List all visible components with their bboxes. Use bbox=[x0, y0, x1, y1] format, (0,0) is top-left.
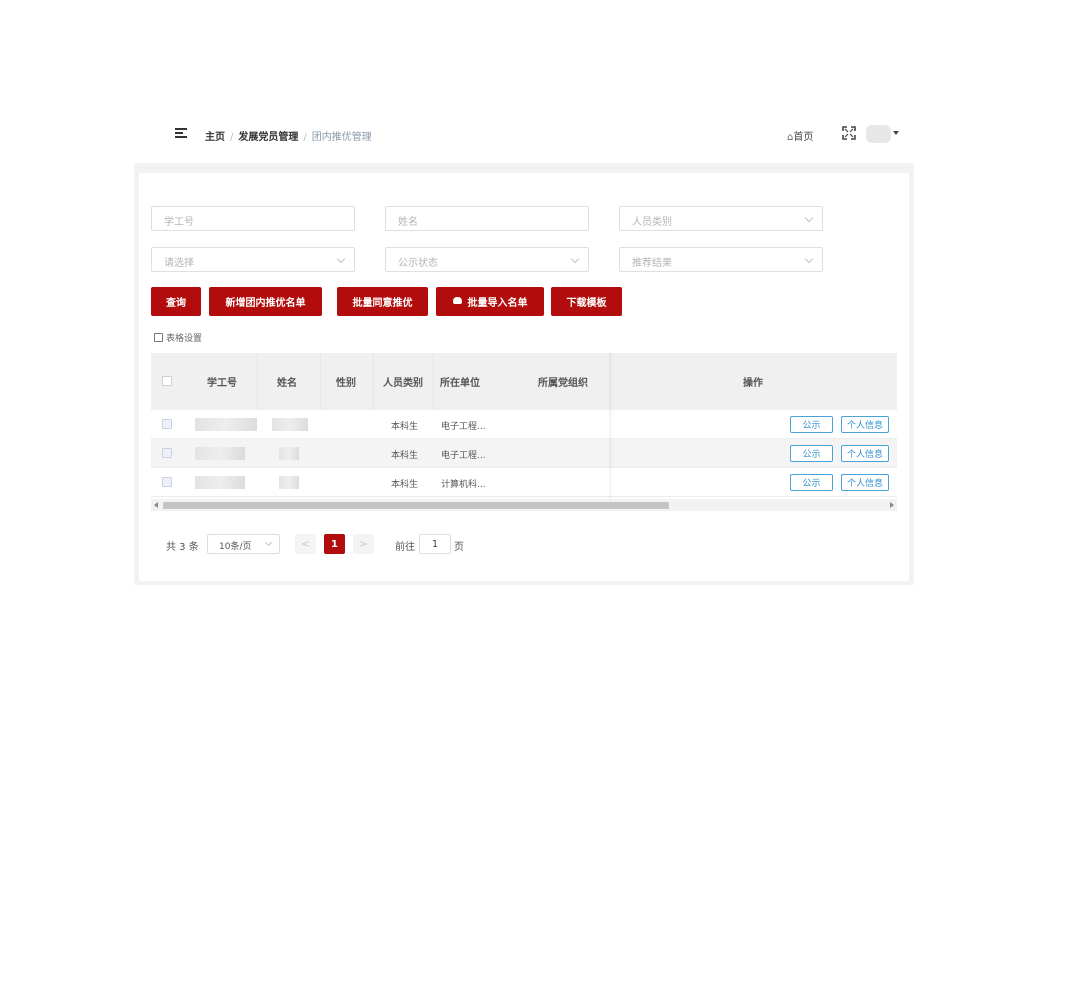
caret-down-icon[interactable] bbox=[893, 131, 899, 135]
name-placeholder: 姓名 bbox=[398, 217, 418, 228]
goto-label: 前往 bbox=[395, 542, 415, 553]
table-header: 学工号 姓名 性别 人员类别 所在单位 所属党组织 操作 bbox=[151, 353, 897, 410]
person-type-placeholder: 人员类别 bbox=[632, 217, 672, 228]
recommend-table: 学工号 姓名 性别 人员类别 所在单位 所属党组织 操作 本科生 电子工程...… bbox=[151, 353, 897, 511]
generic-select-placeholder: 请选择 bbox=[164, 258, 194, 269]
chevron-down-icon bbox=[804, 213, 814, 223]
column-divider bbox=[373, 353, 374, 410]
table-row: 本科生 计算机科... 公示 个人信息 bbox=[151, 468, 897, 497]
batch-agree-button[interactable]: 批量同意推优 bbox=[337, 287, 428, 316]
col-gender: 性别 bbox=[336, 378, 356, 389]
batch-import-label: 批量导入名单 bbox=[467, 298, 528, 309]
personal-info-button[interactable]: 个人信息 bbox=[841, 416, 889, 433]
scroll-left-icon[interactable] bbox=[154, 502, 158, 508]
goto-suffix: 页 bbox=[454, 542, 464, 553]
col-person-type: 人员类别 bbox=[383, 378, 423, 389]
download-template-button[interactable]: 下载模板 bbox=[551, 287, 622, 316]
recommend-result-select[interactable]: 推荐结果 bbox=[619, 247, 823, 272]
fullscreen-icon[interactable] bbox=[842, 126, 856, 140]
redacted-name bbox=[272, 418, 308, 431]
goto-page-input[interactable]: 1 bbox=[419, 534, 451, 554]
name-input[interactable]: 姓名 bbox=[385, 206, 589, 231]
prev-page-button[interactable]: < bbox=[295, 534, 316, 554]
generic-select[interactable]: 请选择 bbox=[151, 247, 355, 272]
cell-person-type: 本科生 bbox=[391, 480, 419, 490]
next-page-button[interactable]: > bbox=[353, 534, 374, 554]
student-id-input[interactable]: 学工号 bbox=[151, 206, 355, 231]
breadcrumb-current: 团内推优管理 bbox=[311, 132, 372, 143]
table-settings-link[interactable]: 表格设置 bbox=[154, 331, 202, 344]
publicity-status-select[interactable]: 公示状态 bbox=[385, 247, 589, 272]
content-area: 学工号 姓名 人员类别 请选择 公示状态 推荐结果 查询 新增团内推优名单 批量… bbox=[134, 163, 914, 585]
redacted-name bbox=[279, 476, 299, 489]
breadcrumb: 主页 / 发展党员管理 / 团内推优管理 bbox=[205, 128, 372, 143]
page-size-select[interactable]: 10条/页 bbox=[207, 534, 280, 554]
personal-info-button[interactable]: 个人信息 bbox=[841, 474, 889, 491]
breadcrumb-separator: / bbox=[303, 132, 307, 143]
batch-import-button[interactable]: 批量导入名单 bbox=[436, 287, 544, 316]
recommend-result-placeholder: 推荐结果 bbox=[632, 258, 672, 269]
redacted-student-id bbox=[195, 447, 245, 460]
redacted-student-id bbox=[195, 476, 245, 489]
chevron-down-icon bbox=[804, 254, 814, 264]
horizontal-scrollbar[interactable] bbox=[151, 499, 897, 511]
redacted-name bbox=[279, 447, 299, 460]
chevron-down-icon bbox=[570, 254, 580, 264]
breadcrumb-party-dev[interactable]: 发展党员管理 bbox=[238, 132, 298, 143]
page-size-value: 10条/页 bbox=[219, 542, 252, 552]
table-row: 本科生 电子工程... 公示 个人信息 bbox=[151, 439, 897, 468]
breadcrumb-separator: / bbox=[230, 132, 234, 143]
cloud-upload-icon bbox=[452, 297, 462, 304]
top-bar: 主页 / 发展党员管理 / 团内推优管理 ⌂首页 bbox=[170, 122, 904, 148]
chevron-down-icon bbox=[264, 538, 273, 547]
publicity-button[interactable]: 公示 bbox=[790, 416, 833, 433]
menu-toggle-icon[interactable] bbox=[175, 128, 187, 139]
col-party-org: 所属党组织 bbox=[538, 378, 588, 389]
student-id-placeholder: 学工号 bbox=[164, 217, 194, 228]
table-row: 本科生 电子工程... 公示 个人信息 bbox=[151, 410, 897, 439]
cell-person-type: 本科生 bbox=[391, 451, 419, 461]
col-name: 姓名 bbox=[277, 378, 297, 389]
col-student-id: 学工号 bbox=[207, 378, 237, 389]
main-card: 学工号 姓名 人员类别 请选择 公示状态 推荐结果 查询 新增团内推优名单 批量… bbox=[139, 173, 909, 581]
edit-icon bbox=[154, 333, 163, 342]
home-link[interactable]: ⌂首页 bbox=[787, 128, 813, 143]
cell-unit: 电子工程... bbox=[441, 422, 486, 432]
scroll-right-icon[interactable] bbox=[890, 502, 894, 508]
col-actions: 操作 bbox=[743, 378, 763, 389]
scroll-thumb[interactable] bbox=[163, 502, 669, 509]
column-divider bbox=[257, 353, 258, 410]
col-unit: 所在单位 bbox=[440, 378, 480, 389]
query-button[interactable]: 查询 bbox=[151, 287, 201, 316]
select-all-checkbox[interactable] bbox=[162, 376, 172, 386]
home-link-label: 首页 bbox=[793, 132, 814, 143]
column-divider bbox=[433, 353, 434, 410]
breadcrumb-home[interactable]: 主页 bbox=[205, 132, 225, 143]
avatar[interactable] bbox=[866, 125, 891, 143]
publicity-button[interactable]: 公示 bbox=[790, 474, 833, 491]
publicity-button[interactable]: 公示 bbox=[790, 445, 833, 462]
cell-unit: 计算机科... bbox=[441, 480, 486, 490]
publicity-status-placeholder: 公示状态 bbox=[398, 258, 438, 269]
column-divider bbox=[320, 353, 321, 410]
cell-unit: 电子工程... bbox=[441, 451, 486, 461]
person-type-select[interactable]: 人员类别 bbox=[619, 206, 823, 231]
row-checkbox[interactable] bbox=[162, 419, 172, 429]
cell-person-type: 本科生 bbox=[391, 422, 419, 432]
chevron-down-icon bbox=[336, 254, 346, 264]
total-count: 共 3 条 bbox=[166, 542, 199, 553]
add-recommend-list-button[interactable]: 新增团内推优名单 bbox=[209, 287, 322, 316]
table-settings-label: 表格设置 bbox=[166, 334, 203, 344]
fixed-column-shadow bbox=[609, 353, 613, 499]
personal-info-button[interactable]: 个人信息 bbox=[841, 445, 889, 462]
row-checkbox[interactable] bbox=[162, 448, 172, 458]
page-number-current[interactable]: 1 bbox=[324, 534, 345, 554]
redacted-student-id bbox=[195, 418, 257, 431]
row-checkbox[interactable] bbox=[162, 477, 172, 487]
pagination: 共 3 条 10条/页 < 1 > 前往 1 页 bbox=[139, 533, 909, 555]
